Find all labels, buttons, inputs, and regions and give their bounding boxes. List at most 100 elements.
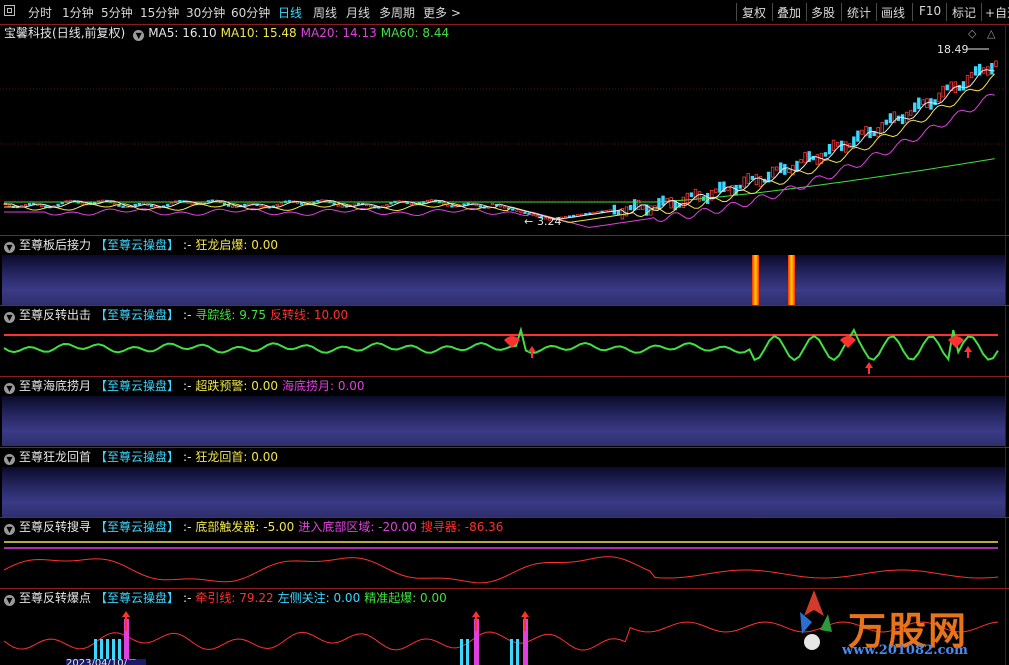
candle [929,98,933,110]
candle [80,202,85,205]
candle [831,139,836,151]
tab-30min[interactable]: 30分钟 [186,4,225,21]
candle [616,210,621,216]
chevron-down-icon[interactable]: ▼ [4,242,15,253]
candle [904,111,909,124]
candle [259,204,263,208]
indicator-value: 搜寻器: -86.36 [420,520,504,534]
candle [612,204,616,215]
candle [994,60,998,67]
candle [787,168,791,174]
candle [681,196,686,208]
indicator-tag: 【至尊云操盘】 [95,238,180,252]
tab-15min[interactable]: 15分钟 [140,4,179,21]
indicator-sep: :- [183,591,192,605]
chevron-down-icon[interactable]: ▼ [4,524,15,535]
indicator-tag: 【至尊云操盘】 [95,308,180,322]
indicator-value: 超跌预警: 0.00 [195,379,278,393]
candle [742,176,746,188]
candle [969,72,974,79]
separator [772,3,773,21]
candle [823,152,828,157]
candle [23,203,28,207]
candle [320,199,324,202]
tab-5min[interactable]: 5分钟 [101,4,133,21]
separator [876,3,877,21]
candle [632,199,637,211]
heart-signal-icon [840,336,856,348]
candle [860,129,864,135]
indicator-value: 进入底部区域: -20.00 [298,520,417,534]
indicator-sep: :- [183,379,192,393]
candle [750,175,755,180]
mark-button[interactable]: 标记 [952,4,976,21]
overlay-button[interactable]: 叠加 [777,4,801,21]
pane-header-3: ▼ 至尊海底捞月 【至尊云操盘】:- 超跌预警: 0.00 海底捞月: 0.00 [0,377,369,395]
candle [474,203,478,207]
indicator-name: 至尊板后接力 [19,238,92,252]
candle [961,81,966,91]
candle [279,202,284,205]
tab-1min[interactable]: 1分钟 [62,4,94,21]
candle [908,110,913,116]
candle [429,199,434,202]
candlesticks [3,60,998,221]
signal-bar [752,255,759,305]
search-line [3,556,999,584]
candle [689,192,694,198]
candle [352,203,357,206]
indicator-value: 狂龙启爆: 0.00 [195,238,278,252]
tab-60min[interactable]: 60分钟 [231,4,270,21]
focus-bar [460,639,463,665]
fuquan-button[interactable]: 复权 [742,4,766,21]
candle [770,166,775,178]
pane-header-5: ▼ 至尊反转搜寻 【至尊云操盘】:- 底部触发器: -5.00 进入底部区域: -20.… [0,518,507,536]
pane-header-2: ▼ 至尊反转出击 【至尊云操盘】:- 寻踪线: 9.75 反转线: 10.00 [0,306,352,324]
candle [775,166,779,171]
indicator-sep: :- [183,450,192,464]
window-icon[interactable] [4,5,15,16]
tab-weekly[interactable]: 周线 [313,4,337,21]
multi-stock-button[interactable]: 多股 [811,4,835,21]
stats-button[interactable]: 统计 [847,4,871,21]
candle [243,203,247,206]
ma20-line [4,93,995,228]
candle [714,188,718,193]
candle [113,202,117,206]
candle [385,203,389,207]
tab-more[interactable]: 更多 > [423,4,461,21]
focus-bar [510,639,513,665]
candle [657,198,661,210]
focus-bar [466,639,469,665]
pane-3-plot [2,396,1005,446]
tab-multi-period[interactable]: 多周期 [379,4,415,21]
candle [511,208,515,211]
more-label: 更多 [423,6,448,20]
focus-bar [516,639,519,665]
indicator-name: 至尊狂龙回首 [19,450,92,464]
tab-fenshi[interactable]: 分时 [28,4,52,21]
candle [117,204,121,207]
candle [275,203,280,207]
chevron-down-icon[interactable]: ▼ [4,312,15,323]
indicator-sep: :- [183,308,192,322]
draw-line-button[interactable]: 画线 [881,4,905,21]
chevron-down-icon[interactable]: ▼ [4,454,15,465]
add-watchlist-button[interactable]: +自选 [985,4,1009,21]
chevron-down-icon[interactable]: ▼ [4,595,15,606]
f10-button[interactable]: F10 [919,4,941,18]
candle [56,203,60,207]
candle [409,202,413,206]
candle [852,136,856,147]
indicator-value: 反转线: 10.00 [269,308,349,322]
candle [230,205,235,208]
candle [247,202,251,206]
candle [799,159,803,164]
indicator-value: 底部触发器: -5.00 [195,520,295,534]
tab-daily[interactable]: 日线 [278,4,302,21]
candle [170,202,174,205]
candle [523,211,527,214]
indicator-tag: 【至尊云操盘】 [95,379,180,393]
tab-monthly[interactable]: 月线 [346,4,370,21]
chevron-down-icon[interactable]: ▼ [4,383,15,394]
